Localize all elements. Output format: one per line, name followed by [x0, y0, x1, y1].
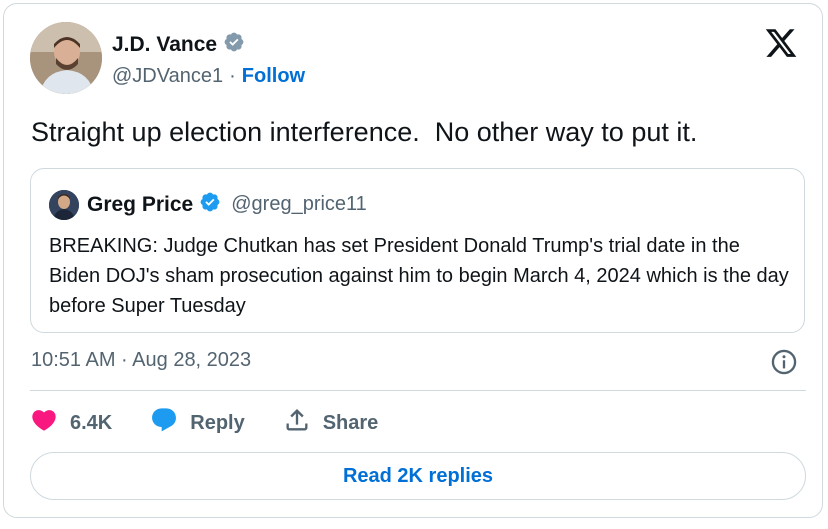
author-handle[interactable]: @JDVance1 [112, 65, 223, 88]
quoted-author-name[interactable]: Greg Price [87, 193, 193, 217]
read-replies-button[interactable]: Read 2K replies [30, 452, 806, 500]
x-logo-icon[interactable] [764, 26, 798, 60]
reply-button[interactable]: Reply [150, 406, 245, 440]
quoted-author-avatar[interactable] [49, 190, 79, 220]
tweet-timestamp[interactable]: 10:51 AM · Aug 28, 2023 [31, 349, 251, 372]
follow-button[interactable]: Follow [242, 65, 305, 88]
quoted-tweet[interactable]: Greg Price @greg_price11 BREAKING: Judge… [30, 168, 805, 333]
like-count: 6.4K [70, 411, 113, 434]
tweet-card: J.D. Vance @JDVance1 · Follow Straight u… [3, 3, 823, 518]
tweet-text: Straight up election interference. No ot… [31, 117, 698, 147]
verified-badge-icon [199, 191, 221, 218]
share-button[interactable]: Share [283, 406, 379, 440]
divider [30, 390, 806, 391]
heart-icon [30, 406, 58, 440]
reply-bubble-icon [150, 406, 178, 440]
quoted-tweet-text: BREAKING: Judge Chutkan has set Presiden… [49, 235, 789, 317]
author-name[interactable]: J.D. Vance [112, 33, 217, 57]
separator-dot: · [229, 65, 236, 87]
verified-badge-icon [223, 31, 245, 58]
reply-label: Reply [190, 411, 245, 434]
share-label: Share [322, 411, 379, 434]
quoted-author-handle[interactable]: @greg_price11 [231, 193, 367, 216]
share-icon [283, 406, 311, 440]
like-button[interactable]: 6.4K [30, 406, 112, 440]
info-icon[interactable] [770, 348, 798, 376]
tweet-actions: 6.4K Reply Share [30, 405, 416, 441]
author-avatar[interactable] [30, 22, 102, 94]
